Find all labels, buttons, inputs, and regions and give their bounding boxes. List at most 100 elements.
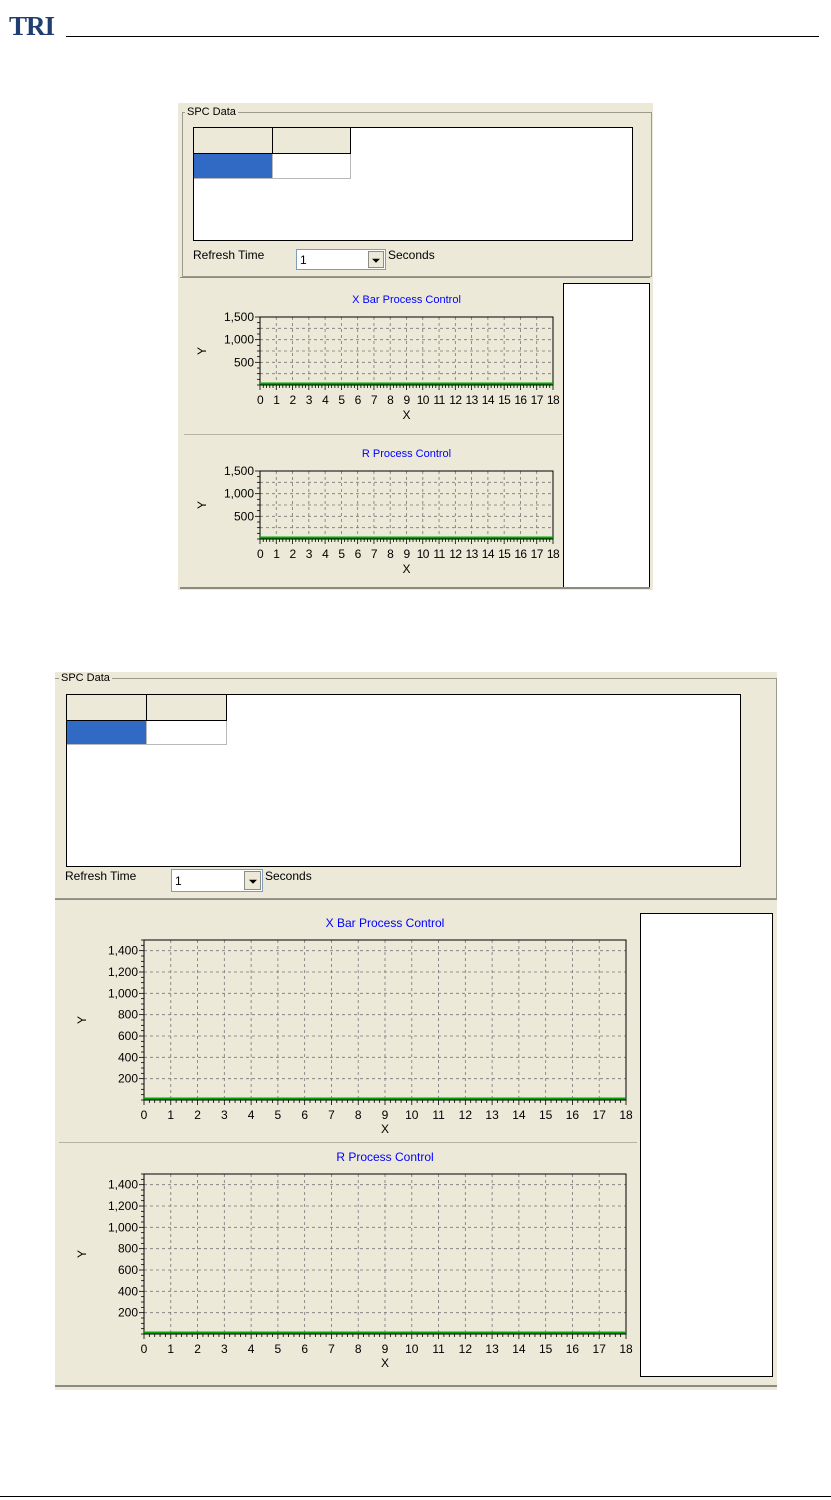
- y-tick-label: 200: [118, 1306, 138, 1320]
- x-tick-label: 16: [514, 547, 527, 561]
- x-tick-label: 7: [371, 393, 378, 407]
- refresh-time-value: 1: [175, 874, 182, 888]
- x-tick-label: 11: [432, 1342, 445, 1356]
- grid-cell[interactable]: [273, 154, 351, 179]
- x-tick-label: 15: [539, 1342, 553, 1356]
- chart-title: R Process Control: [336, 1150, 433, 1164]
- grid-cell-selected[interactable]: [67, 721, 147, 745]
- x-tick-label: 7: [371, 547, 378, 561]
- chart-title: X Bar Process Control: [326, 916, 445, 930]
- y-axis-label: Y: [75, 1250, 89, 1258]
- grid-header-cell[interactable]: [67, 695, 147, 721]
- x-tick-label: 2: [194, 1108, 201, 1122]
- spc-data-group-title: SPC Data: [59, 672, 112, 684]
- x-tick-label: 5: [275, 1108, 282, 1122]
- x-tick-label: 15: [539, 1108, 553, 1122]
- y-tick-label: 1,200: [108, 1199, 138, 1213]
- legend-panel: [563, 283, 650, 588]
- y-tick-label: 800: [118, 1242, 138, 1256]
- chart-svg: X Bar Process Control0 1 2 3 4 5 6 7 8 9 10 11 12 13 1…: [195, 294, 561, 422]
- x-tick-label: 9: [382, 1108, 389, 1122]
- x-tick-label: 18: [619, 1108, 633, 1122]
- x-tick-label: 13: [466, 547, 479, 561]
- x-tick-label: 3: [306, 547, 313, 561]
- y-tick-label: 600: [118, 1263, 138, 1277]
- x-tick-label: 6: [355, 393, 362, 407]
- x-tick-label: 17: [593, 1342, 607, 1356]
- x-tick-label: 15: [498, 393, 511, 407]
- chart-divider: [184, 434, 562, 435]
- x-tick-label: 10: [405, 1108, 419, 1122]
- x-tick-label: 10: [417, 393, 430, 407]
- y-tick-label: 1,000: [108, 1220, 138, 1234]
- xbar-chart: X Bar Process Control 0 1 2 3 4 5 6 7 8 9 10 11 12 13 1…: [59, 910, 639, 1141]
- legend-panel: [640, 913, 773, 1377]
- y-tick-label: 1,400: [108, 1178, 138, 1192]
- chart-area-bottom-edge: [180, 587, 650, 589]
- spc-data-group-title: SPC Data: [185, 106, 238, 118]
- grid-header-cell[interactable]: [273, 128, 351, 154]
- y-axis-label: Y: [75, 1016, 89, 1024]
- refresh-time-unit: Seconds: [388, 248, 435, 262]
- x-tick-label: 1: [273, 393, 280, 407]
- x-tick-label: 9: [403, 547, 410, 561]
- refresh-time-unit: Seconds: [265, 869, 312, 883]
- x-tick-label: 12: [449, 547, 462, 561]
- x-axis-label: X: [402, 408, 410, 422]
- x-tick-label: 3: [306, 393, 313, 407]
- y-tick-label: 1,200: [108, 965, 138, 979]
- x-tick-label: 0: [257, 547, 264, 561]
- x-tick-label: 7: [328, 1108, 335, 1122]
- spc-data-grid[interactable]: [193, 127, 633, 241]
- x-tick-label: 14: [482, 547, 495, 561]
- x-axis-label: X: [381, 1356, 389, 1370]
- grid-header-cell[interactable]: [147, 695, 227, 721]
- x-axis-label: X: [402, 562, 410, 576]
- refresh-time-label: Refresh Time: [193, 248, 265, 262]
- x-tick-label: 5: [338, 547, 345, 561]
- x-tick-label: 0: [141, 1108, 148, 1122]
- x-tick-label: 10: [417, 547, 430, 561]
- grid-cell-selected[interactable]: [194, 154, 273, 179]
- grid-header-cell[interactable]: [194, 128, 273, 154]
- y-tick-label: 1,400: [108, 944, 138, 958]
- y-tick-label: 200: [118, 1072, 138, 1086]
- dropdown-button[interactable]: [368, 251, 384, 268]
- chevron-down-icon: [372, 258, 380, 263]
- y-tick-label: 1,500: [224, 310, 254, 324]
- x-tick-label: 16: [566, 1108, 580, 1122]
- x-tick-label: 18: [547, 393, 560, 407]
- x-tick-label: 16: [514, 393, 527, 407]
- x-tick-label: 18: [619, 1342, 633, 1356]
- chart-divider: [59, 1142, 637, 1143]
- x-tick-label: 1: [167, 1342, 174, 1356]
- x-tick-label: 2: [290, 547, 297, 561]
- x-tick-label: 2: [290, 393, 297, 407]
- y-tick-label: 500: [234, 509, 254, 523]
- x-tick-label: 12: [459, 1108, 473, 1122]
- x-tick-label: 3: [221, 1342, 228, 1356]
- refresh-time-select[interactable]: 1: [296, 249, 386, 270]
- refresh-time-select[interactable]: 1: [171, 869, 263, 892]
- chart-svg: R Process Control0 1 2 3 4 5 6 7 8 9 10 11 12 13 14 15 1…: [75, 1150, 633, 1370]
- chevron-down-icon: [248, 879, 257, 884]
- tri-logo: TRI: [9, 11, 56, 40]
- x-tick-label: 5: [338, 393, 345, 407]
- x-tick-label: 15: [498, 547, 511, 561]
- dropdown-button[interactable]: [244, 871, 261, 890]
- grid-cell[interactable]: [147, 721, 227, 745]
- x-tick-label: 3: [221, 1108, 228, 1122]
- x-tick-label: 1: [167, 1108, 174, 1122]
- x-tick-label: 8: [387, 547, 394, 561]
- x-tick-label: 6: [301, 1342, 308, 1356]
- x-tick-label: 5: [275, 1342, 282, 1356]
- r-chart: R Process Control 0 1 2 3 4 5 6 7 8 9 10 11 12 13 14 15 1…: [184, 437, 564, 587]
- x-tick-label: 8: [355, 1108, 362, 1122]
- spc-data-grid[interactable]: [66, 694, 741, 867]
- x-tick-label: 8: [387, 393, 394, 407]
- x-tick-label: 12: [459, 1342, 473, 1356]
- x-tick-label: 11: [433, 393, 445, 407]
- x-tick-label: 7: [328, 1342, 335, 1356]
- x-tick-label: 4: [322, 547, 329, 561]
- x-tick-label: 17: [531, 393, 544, 407]
